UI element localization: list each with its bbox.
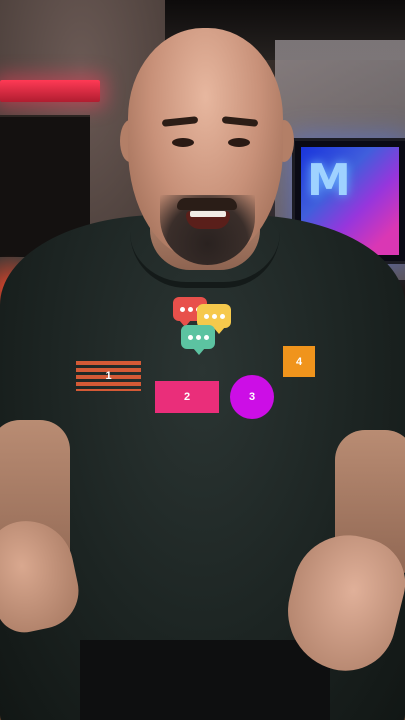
shape-label-1: 1: [105, 370, 112, 382]
neon-shelf: [0, 80, 100, 102]
shape-circle: 3: [230, 375, 274, 419]
video-frame: M 1 2 3 4: [0, 0, 405, 720]
chat-bubble-green-icon: [181, 325, 215, 355]
shape-label-2: 2: [183, 391, 191, 403]
shape-label-4: 4: [295, 355, 303, 368]
person-teeth: [190, 211, 226, 217]
neon-sign-letter: M: [307, 155, 351, 206]
shape-label-3: 3: [248, 391, 256, 403]
person-right-eye: [228, 138, 250, 147]
person-left-eye: [172, 138, 194, 147]
person-mustache: [177, 198, 237, 210]
shape-rectangle: 2: [155, 381, 219, 413]
person-pants: [80, 640, 330, 720]
shape-square: 4: [283, 346, 315, 377]
shape-striped-rectangle: 1: [76, 361, 141, 391]
